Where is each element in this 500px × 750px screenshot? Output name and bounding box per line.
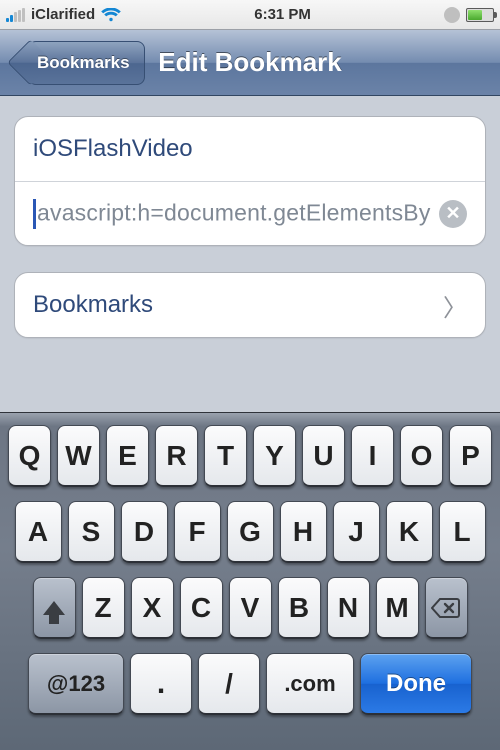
url-row[interactable]: avascript:h=document.getElementsByT ✕ <box>15 181 485 245</box>
wifi-icon <box>101 8 121 22</box>
key-s[interactable]: S <box>68 501 115 563</box>
shift-key[interactable] <box>33 577 76 639</box>
slash-key[interactable]: / <box>198 653 260 715</box>
period-key[interactable]: . <box>130 653 192 715</box>
dotcom-key[interactable]: .com <box>266 653 354 715</box>
bookmark-fields-group: avascript:h=document.getElementsByT ✕ <box>14 116 486 246</box>
key-w[interactable]: W <box>57 425 100 487</box>
keyboard: QWERTYUIOP ASDFGHJKL ZXCVBNM @123 . / .c… <box>0 412 500 750</box>
folder-label: Bookmarks <box>33 291 153 319</box>
key-f[interactable]: F <box>174 501 221 563</box>
key-a[interactable]: A <box>15 501 62 563</box>
key-e[interactable]: E <box>106 425 149 487</box>
key-c[interactable]: C <box>180 577 223 639</box>
shift-icon <box>43 601 65 615</box>
name-row[interactable] <box>15 117 485 181</box>
clear-url-button[interactable]: ✕ <box>439 200 467 228</box>
key-l[interactable]: L <box>439 501 486 563</box>
key-z[interactable]: Z <box>82 577 125 639</box>
carrier-label: iClarified <box>31 6 95 23</box>
done-key[interactable]: Done <box>360 653 472 715</box>
key-u[interactable]: U <box>302 425 345 487</box>
key-j[interactable]: J <box>333 501 380 563</box>
key-q[interactable]: Q <box>8 425 51 487</box>
key-t[interactable]: T <box>204 425 247 487</box>
back-button-label: Bookmarks <box>37 53 130 73</box>
folder-row[interactable]: Bookmarks 〉 <box>15 273 485 337</box>
mode-key[interactable]: @123 <box>28 653 124 715</box>
chevron-right-icon: 〉 <box>443 288 467 323</box>
battery-icon <box>466 8 494 22</box>
bookmark-url-input[interactable]: avascript:h=document.getElementsByT <box>33 199 431 229</box>
status-bar: iClarified 6:31 PM <box>0 0 500 30</box>
status-time: 6:31 PM <box>254 6 311 23</box>
key-n[interactable]: N <box>327 577 370 639</box>
backspace-key[interactable] <box>425 577 468 639</box>
key-y[interactable]: Y <box>253 425 296 487</box>
content: avascript:h=document.getElementsByT ✕ Bo… <box>0 96 500 358</box>
signal-icon <box>6 8 25 22</box>
key-m[interactable]: M <box>376 577 419 639</box>
key-v[interactable]: V <box>229 577 272 639</box>
key-d[interactable]: D <box>121 501 168 563</box>
key-g[interactable]: G <box>227 501 274 563</box>
backspace-icon <box>431 597 461 619</box>
key-r[interactable]: R <box>155 425 198 487</box>
folder-group: Bookmarks 〉 <box>14 272 486 338</box>
close-icon: ✕ <box>445 203 460 224</box>
key-x[interactable]: X <box>131 577 174 639</box>
text-cursor <box>33 199 36 229</box>
nav-bar: Bookmarks Edit Bookmark <box>0 30 500 96</box>
key-h[interactable]: H <box>280 501 327 563</box>
back-button[interactable]: Bookmarks <box>28 41 145 85</box>
clock-icon <box>444 7 460 23</box>
key-p[interactable]: P <box>449 425 492 487</box>
key-i[interactable]: I <box>351 425 394 487</box>
key-o[interactable]: O <box>400 425 443 487</box>
key-k[interactable]: K <box>386 501 433 563</box>
bookmark-name-input[interactable] <box>33 135 467 163</box>
key-b[interactable]: B <box>278 577 321 639</box>
